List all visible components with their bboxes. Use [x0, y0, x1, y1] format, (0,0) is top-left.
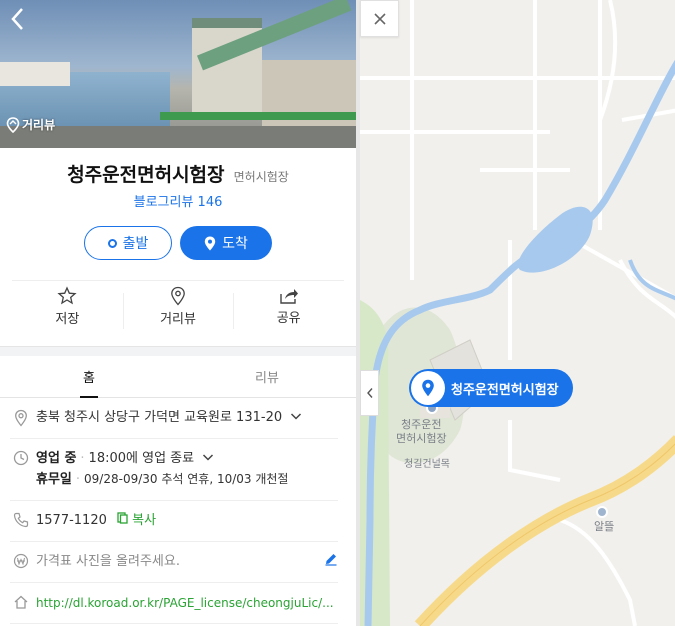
address-row[interactable]: 충북 청주시 상당구 가덕면 교육원로 131-20: [10, 398, 338, 439]
chevron-left-icon: [11, 8, 23, 30]
place-category: 면허시험장: [233, 170, 289, 184]
save-label: 저장: [55, 312, 80, 327]
roadview-label: 거리뷰: [22, 118, 56, 132]
store-marker-icon[interactable]: [596, 506, 608, 518]
arrive-label: 도착: [222, 236, 248, 252]
copy-button[interactable]: 복사: [117, 512, 157, 528]
share-icon: [279, 289, 298, 304]
hours-status: 영업 중: [36, 451, 77, 466]
blog-review-link[interactable]: 블로그리뷰 146: [0, 191, 356, 210]
action-bar: 저장 거리뷰 공유: [12, 280, 344, 332]
poi-label: 청주운전 면허시험장: [396, 418, 447, 445]
page-title: 청주운전면허시험장: [67, 164, 225, 186]
collapse-panel-button[interactable]: [360, 370, 379, 416]
chevron-down-icon: [203, 454, 214, 461]
pencil-icon: [325, 554, 337, 566]
home-icon: [10, 593, 32, 613]
depart-button[interactable]: 출발: [84, 226, 172, 260]
price-row[interactable]: 가격표 사진을 올려주세요.: [10, 542, 338, 583]
chevron-left-icon: [366, 388, 373, 398]
copy-icon: [117, 512, 128, 524]
phone-icon: [10, 511, 32, 531]
hours-detail: 18:00에 영업 종료: [88, 451, 195, 466]
map-place-marker[interactable]: 청주운전면허시험장: [409, 369, 573, 407]
back-button[interactable]: [8, 6, 32, 34]
holiday-label: 휴무일: [36, 472, 72, 487]
website-row[interactable]: http://dl.koroad.or.kr/PAGE_license/cheo…: [10, 583, 338, 624]
phone-row: 1577-1120 복사: [10, 501, 338, 542]
location-pin-icon: [10, 408, 32, 428]
map-base: [360, 0, 675, 626]
copy-label: 복사: [132, 513, 157, 528]
roadview-icon: [6, 116, 20, 133]
phone-number[interactable]: 1577-1120: [36, 513, 107, 528]
website-link[interactable]: http://dl.koroad.or.kr/PAGE_license/cheo…: [36, 593, 338, 613]
location-pin-icon: [171, 286, 185, 306]
won-icon: [10, 552, 32, 572]
price-placeholder: 가격표 사진을 올려주세요.: [36, 554, 180, 569]
store-label: 알뜰: [594, 520, 615, 533]
clock-icon: [10, 449, 32, 490]
map-place-marker-label: 청주운전면허시험장: [451, 382, 559, 398]
star-icon: [57, 286, 77, 305]
arrive-button[interactable]: 도착: [180, 226, 272, 260]
roadview-action-button[interactable]: 거리뷰: [122, 281, 234, 332]
address-text: 충북 청주시 상당구 가덕면 교육원로 131-20: [36, 410, 283, 425]
place-detail-panel: 거리뷰 청주운전면허시험장 면허시험장 블로그리뷰 146 출발 도착 저장 거…: [0, 0, 356, 626]
share-button[interactable]: 공유: [233, 281, 344, 332]
chevron-down-icon: [291, 413, 302, 420]
close-icon: [373, 12, 386, 25]
section-divider: [0, 346, 356, 356]
map-view[interactable]: 청주운전 면허시험장 청길건널목 알뜰: [356, 0, 675, 626]
save-button[interactable]: 저장: [12, 281, 123, 332]
share-label: 공유: [276, 311, 301, 326]
holiday-detail: 09/28-09/30 추석 연휴, 10/03 개천절: [84, 472, 289, 486]
tab-home[interactable]: 홈: [0, 356, 178, 398]
edit-price-button[interactable]: [320, 552, 338, 572]
roadview-action-label: 거리뷰: [160, 312, 196, 327]
place-photo[interactable]: 거리뷰: [0, 0, 356, 148]
tab-bar: 홈 리뷰: [0, 356, 356, 398]
close-button[interactable]: [360, 0, 399, 37]
location-pin-icon: [422, 379, 434, 397]
tab-review[interactable]: 리뷰: [178, 356, 356, 397]
hours-row[interactable]: 영업 중 · 18:00에 영업 종료 휴무일 · 09/28-09/30 추석 연휴,…: [10, 439, 338, 501]
road-label: 청길건널목: [404, 459, 450, 470]
roadview-button[interactable]: 거리뷰: [6, 116, 55, 133]
location-pin-icon: [204, 236, 216, 250]
depart-label: 출발: [122, 236, 149, 252]
origin-dot-icon: [107, 238, 117, 248]
